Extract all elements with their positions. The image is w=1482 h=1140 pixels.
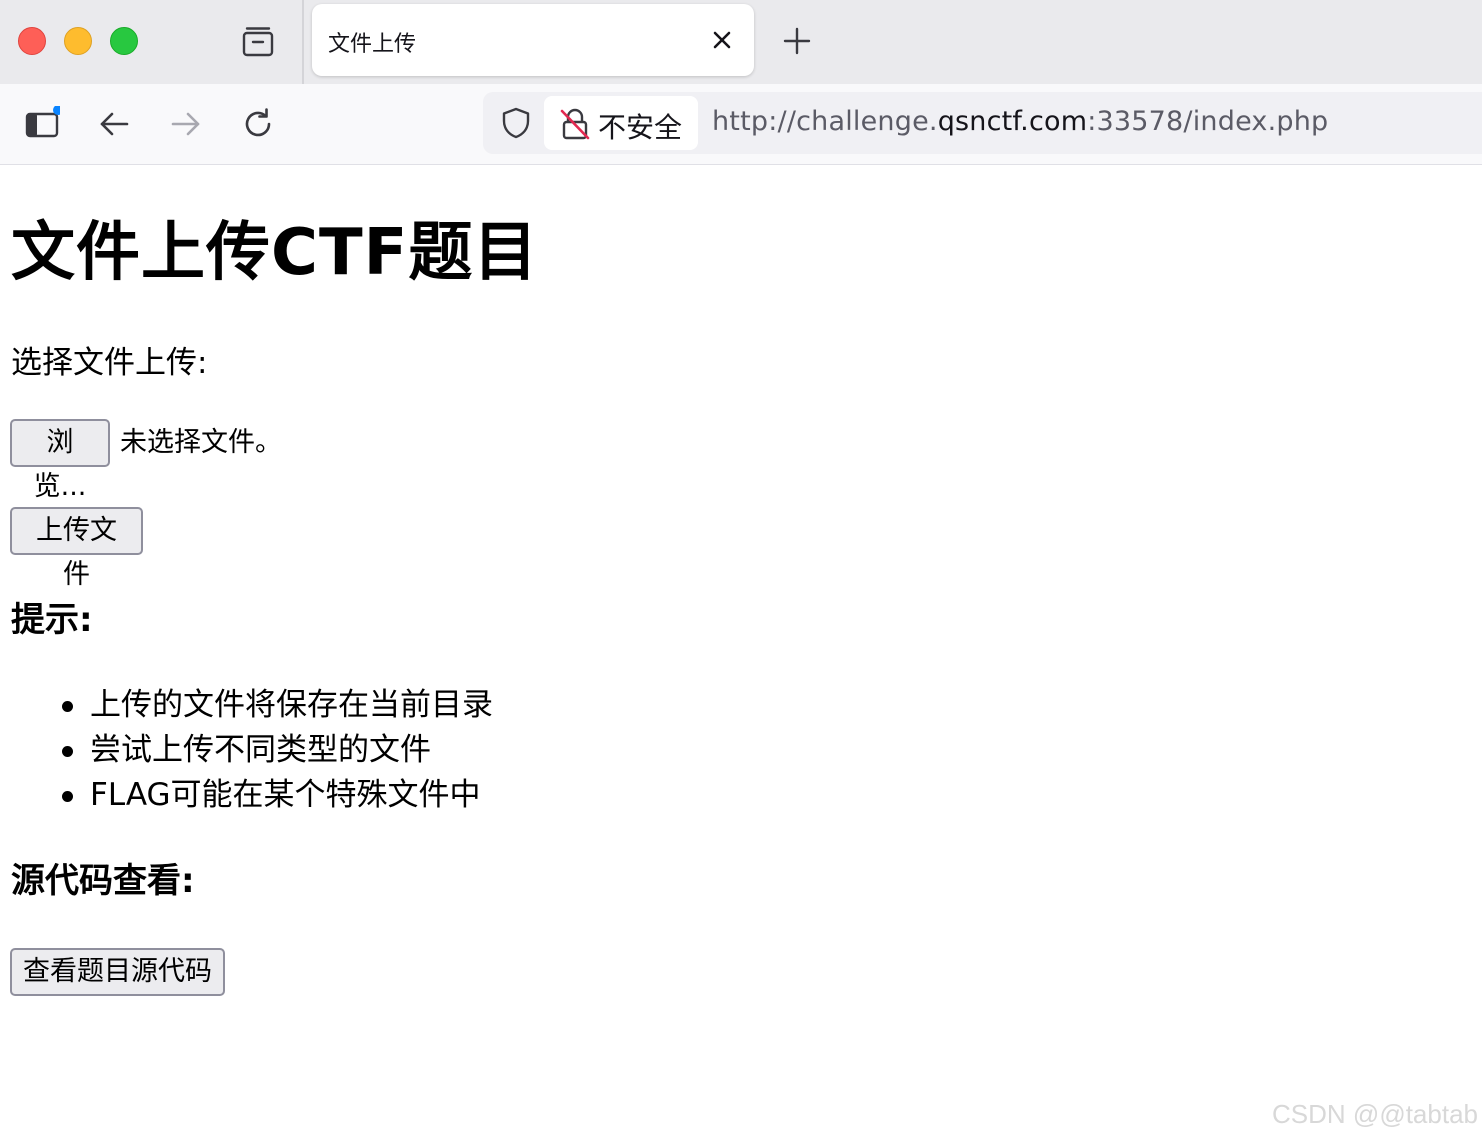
tab-bar: 文件上传 [0, 0, 1482, 84]
page-title: 文件上传CTF题目 [11, 216, 539, 290]
address-bar[interactable]: 不安全 http://challenge.qsnctf.com:33578/in… [483, 92, 1482, 154]
watermark: CSDN @@tabtab [1272, 1099, 1478, 1129]
upload-file-button[interactable]: 上传文件 [10, 507, 143, 590]
url-text[interactable]: http://challenge.qsnctf.com:33578/index.… [712, 106, 1328, 137]
close-tab-icon[interactable] [708, 26, 736, 54]
tab-title: 文件上传 [328, 32, 417, 57]
bullet-icon [62, 791, 73, 802]
back-arrow-icon[interactable] [96, 106, 132, 142]
tips-heading: 提示: [11, 600, 93, 640]
reload-icon[interactable] [240, 106, 276, 142]
browse-file-button[interactable]: 浏览... [10, 419, 110, 502]
tip-text: 上传的文件将保存在当前目录 [90, 687, 493, 723]
url-suffix: :33578/index.php [1087, 106, 1329, 137]
tab-active[interactable]: 文件上传 [312, 4, 754, 76]
bullet-icon [62, 701, 73, 712]
tracking-protection-shield-icon[interactable] [499, 106, 533, 140]
window-minimize-button[interactable] [64, 27, 92, 55]
tip-text: FLAG可能在某个特殊文件中 [90, 777, 481, 813]
view-source-button[interactable]: 查看题目源代码 [10, 948, 225, 996]
page-content: 文件上传CTF题目 选择文件上传: 浏览... 未选择文件。 上传文件 提示: … [0, 165, 1482, 1140]
navigation-bar: 不安全 http://challenge.qsnctf.com:33578/in… [0, 84, 1482, 165]
site-security-chip[interactable]: 不安全 [544, 96, 698, 150]
tab-separator [302, 0, 304, 84]
new-tab-icon[interactable] [782, 26, 812, 56]
tab-groups-icon[interactable] [240, 24, 276, 60]
url-prefix: http://challenge. [712, 106, 938, 137]
list-item: FLAG可能在某个特殊文件中 [0, 773, 493, 818]
insecure-lock-icon [560, 108, 590, 140]
list-item: 上传的文件将保存在当前目录 [0, 683, 493, 728]
window-close-button[interactable] [18, 27, 46, 55]
file-status-text: 未选择文件。 [120, 427, 282, 458]
tips-list: 上传的文件将保存在当前目录 尝试上传不同类型的文件 FLAG可能在某个特殊文件中 [0, 683, 493, 818]
choose-file-label: 选择文件上传: [11, 345, 208, 381]
list-item: 尝试上传不同类型的文件 [0, 728, 493, 773]
window-zoom-button[interactable] [110, 27, 138, 55]
forward-arrow-icon[interactable] [168, 106, 204, 142]
bullet-icon [62, 746, 73, 757]
security-status-label: 不安全 [598, 111, 683, 144]
url-host: qsnctf.com [937, 106, 1088, 137]
source-heading: 源代码查看: [11, 861, 195, 901]
sidebar-icon[interactable] [24, 106, 60, 142]
tip-text: 尝试上传不同类型的文件 [90, 732, 431, 768]
